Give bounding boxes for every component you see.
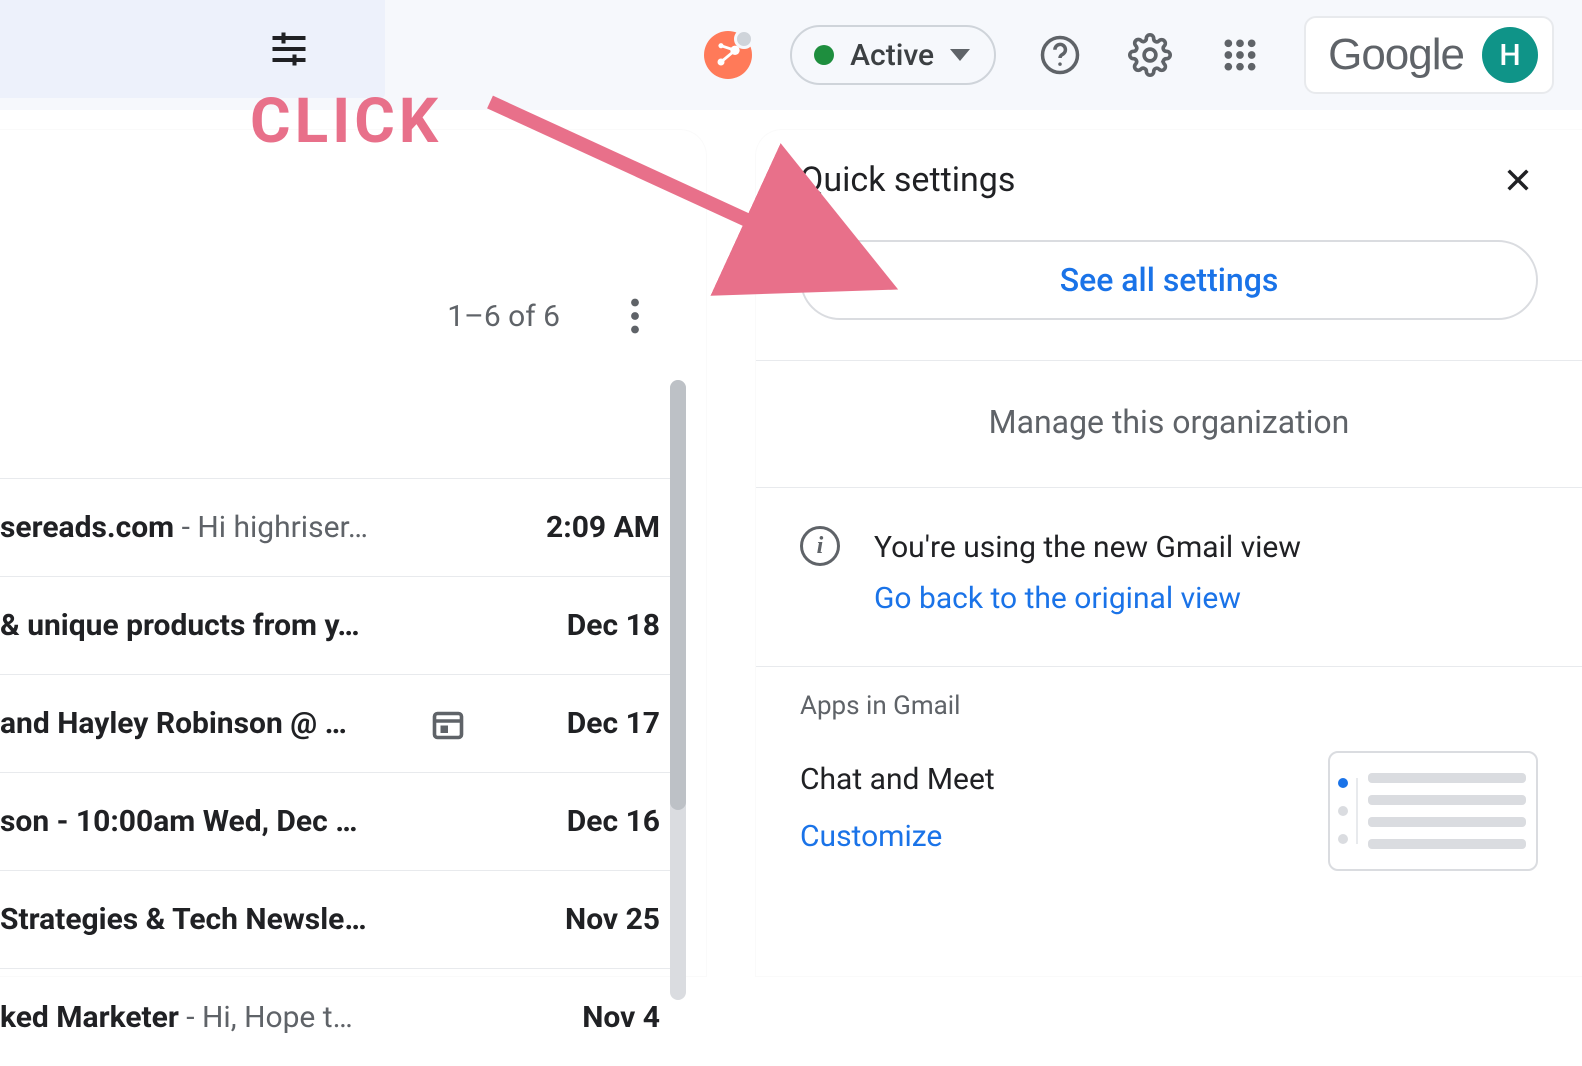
mail-row[interactable]: Strategies & Tech Newsle…Nov 25 [0,870,670,968]
go-back-link[interactable]: Go back to the original view [874,573,1301,624]
chat-meet-row: Chat and Meet Customize [756,751,1582,911]
manage-organization-link[interactable]: Manage this organization [756,361,1582,487]
status-pill[interactable]: Active [790,25,996,85]
info-icon: i [800,526,840,566]
mail-scrollbar[interactable] [670,380,686,1000]
apps-section-label: Apps in Gmail [756,667,1582,751]
mail-date: 2:09 AM [490,510,660,545]
close-icon[interactable] [1498,160,1538,200]
mail-date: Dec 17 [490,706,660,741]
see-all-settings-label: See all settings [1060,261,1279,299]
mail-date: Nov 25 [490,902,660,937]
google-logo: Google [1328,30,1464,80]
mail-row[interactable]: sereads.com - Hi highriser…2:09 AM [0,478,670,576]
support-icon[interactable] [1034,29,1086,81]
new-view-info: i You're using the new Gmail view Go bac… [756,488,1582,666]
mail-row[interactable]: son - 10:00am Wed, Dec …Dec 16 [0,772,670,870]
settings-gear-icon[interactable] [1124,29,1176,81]
avatar[interactable]: H [1482,27,1538,83]
new-view-message: You're using the new Gmail view [874,522,1301,573]
mail-subject: sereads.com - Hi highriser… [0,510,490,545]
mail-date: Dec 18 [490,608,660,643]
mail-subject: and Hayley Robinson @ … [0,706,426,741]
status-dot-icon [814,45,834,65]
annotation-click-label: CLICK [250,85,442,158]
mail-date: Nov 4 [490,1000,660,1035]
google-apps-icon[interactable] [1214,29,1266,81]
hubspot-extension-icon[interactable] [704,31,752,79]
header-right-icons: Google H [1034,16,1554,94]
annotation-arrow-icon [480,92,910,312]
layout-thumbnail-icon[interactable] [1328,751,1538,871]
chevron-down-icon [950,49,970,61]
mail-row[interactable]: and Hayley Robinson @ … Dec 17 [0,674,670,772]
mail-list: sereads.com - Hi highriser…2:09 AM& uniq… [0,478,670,1066]
mail-subject: son - 10:00am Wed, Dec … [0,804,490,839]
mail-row[interactable]: ked Marketer - Hi, Hope t…Nov 4 [0,968,670,1066]
see-all-settings-button[interactable]: See all settings [800,240,1538,320]
mail-date: Dec 16 [490,804,660,839]
chat-meet-label: Chat and Meet [800,751,995,808]
search-area [0,0,385,98]
status-label: Active [850,38,934,73]
mail-subject: Strategies & Tech Newsle… [0,902,490,937]
google-account-box[interactable]: Google H [1304,16,1554,94]
mail-row[interactable]: & unique products from y…Dec 18 [0,576,670,674]
search-options-icon[interactable] [263,23,315,75]
mail-subject: & unique products from y… [0,608,490,643]
customize-link[interactable]: Customize [800,808,995,865]
mail-subject: ked Marketer - Hi, Hope t… [0,1000,490,1035]
calendar-icon [430,706,466,742]
